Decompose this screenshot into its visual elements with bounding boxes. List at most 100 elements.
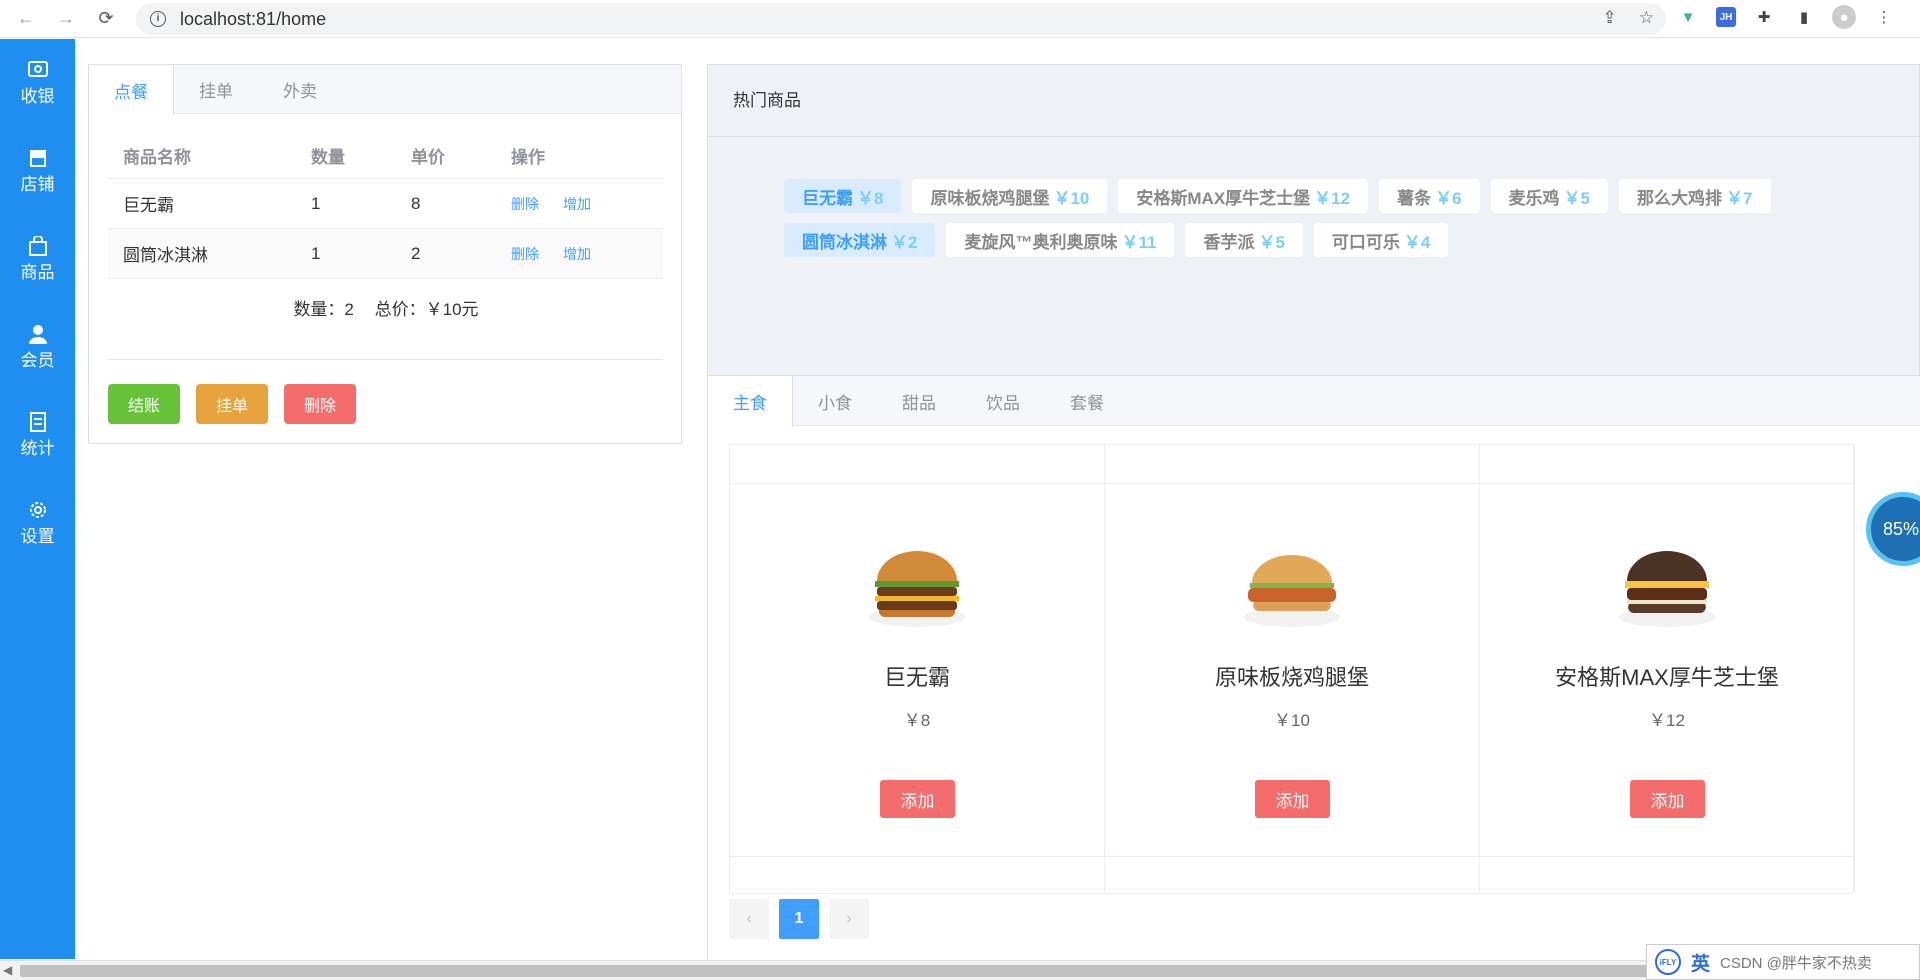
col-qty: 数量: [311, 148, 345, 167]
forward-icon[interactable]: →: [52, 5, 80, 33]
sidebar-item-label: 设置: [20, 526, 55, 546]
sidebar-item-shop[interactable]: 店铺: [0, 127, 75, 215]
increase-row-button[interactable]: 增加: [563, 244, 591, 264]
site-info-icon[interactable]: i: [150, 11, 166, 27]
tab-order[interactable]: 点餐: [89, 65, 174, 115]
table-header: 商品名称 数量 单价 操作: [108, 133, 663, 179]
hot-item-price: ￥11: [1121, 232, 1157, 252]
shop-icon: [27, 148, 49, 168]
delete-row-button[interactable]: 删除: [511, 244, 539, 264]
cashier-icon: [27, 60, 49, 80]
hold-order-button[interactable]: 挂单: [196, 384, 269, 424]
goods-grid: 巨无霸 ￥8 添加 原味板烧鸡腿堡 ￥10 添加 安格斯MAX厚牛芝士堡 ￥12…: [729, 444, 1855, 894]
goods-name: 巨无霸: [883, 665, 950, 690]
hot-goods-item[interactable]: 巨无霸 ￥8: [784, 179, 902, 213]
hot-goods-item[interactable]: 麦旋风™奥利奥原味 ￥11: [946, 223, 1175, 257]
sidebar: 收银 店铺 商品 会员 统计 设置: [0, 39, 75, 959]
share-icon[interactable]: ⇪: [1603, 8, 1617, 28]
sidebar-item-member[interactable]: 会员: [0, 303, 75, 391]
vue-devtools-icon[interactable]: ▼: [1676, 5, 1700, 29]
tab-hold[interactable]: 挂单: [174, 65, 258, 114]
hot-goods-item[interactable]: 香芋派 ￥5: [1185, 223, 1303, 257]
reload-icon[interactable]: ⟳: [92, 5, 120, 33]
hot-item-price: ￥2: [891, 232, 918, 252]
sidebar-item-label: 收银: [20, 86, 55, 106]
star-icon[interactable]: ☆: [1639, 8, 1654, 28]
hot-item-name: 香芋派: [1203, 232, 1255, 252]
hot-goods-item[interactable]: 原味板烧鸡腿堡 ￥10: [912, 179, 1108, 213]
category-tabs: 主食 小食 甜品 饮品 套餐: [708, 376, 1920, 427]
scrollbar-thumb[interactable]: [20, 965, 1660, 977]
prev-page-button[interactable]: ‹: [729, 899, 769, 939]
cell-qty: 1: [311, 193, 321, 213]
cell-price: 8: [411, 193, 421, 213]
hot-goods-item[interactable]: 那么大鸡排 ￥7: [1619, 179, 1771, 213]
sidebar-item-label: 会员: [20, 350, 55, 370]
hot-item-name: 麦旋风™奥利奥原味: [964, 232, 1118, 252]
hot-item-price: ￥7: [1726, 188, 1753, 208]
extensions-icon[interactable]: ✚: [1752, 5, 1776, 29]
hot-goods-item[interactable]: 麦乐鸡 ￥5: [1490, 179, 1609, 213]
hot-item-price: ￥4: [1403, 232, 1431, 252]
hot-goods-item[interactable]: 可口可乐 ￥4: [1313, 223, 1449, 257]
document-icon: [27, 411, 49, 432]
hot-item-name: 那么大鸡排: [1637, 188, 1723, 208]
add-goods-button[interactable]: 添加: [880, 780, 955, 818]
burger-image: [869, 551, 965, 627]
sidebar-item-cashier[interactable]: 收银: [0, 39, 75, 127]
col-action: 操作: [511, 148, 545, 167]
page-number-button[interactable]: 1: [779, 899, 819, 939]
hot-goods-item[interactable]: 圆筒冰淇淋 ￥2: [784, 223, 936, 257]
hot-goods-list: 巨无霸 ￥8 原味板烧鸡腿堡 ￥10 安格斯MAX厚牛芝士堡 ￥12 薯条 ￥6 麦乐鸡…: [784, 179, 1844, 257]
menu-icon[interactable]: ⋮: [1872, 5, 1896, 29]
sidebar-item-goods[interactable]: 商品: [0, 215, 75, 303]
sidebar-item-settings[interactable]: 设置: [0, 479, 75, 567]
tab-main-food[interactable]: 主食: [708, 376, 793, 427]
hot-goods-item[interactable]: 安格斯MAX厚牛芝士堡 ￥12: [1118, 179, 1369, 213]
profile-avatar[interactable]: ●: [1832, 5, 1856, 29]
hot-goods-item[interactable]: 薯条 ￥6: [1379, 179, 1480, 213]
goods-column: 安格斯MAX厚牛芝士堡 ￥12 添加: [1480, 445, 1855, 893]
tab-drinks[interactable]: 饮品: [961, 376, 1045, 426]
sidepanel-icon[interactable]: ▮: [1792, 5, 1816, 29]
table-row: 巨无霸 1 8 删除 增加: [108, 179, 663, 229]
hot-item-name: 麦乐鸡: [1508, 188, 1560, 208]
hot-item-price: ￥6: [1435, 188, 1462, 208]
cell-name: 圆筒冰淇淋: [123, 246, 208, 265]
goods-card: 安格斯MAX厚牛芝士堡 ￥12 添加: [1480, 484, 1854, 856]
ime-toolbar[interactable]: iFLY 英 CSDN @胖牛家不热卖: [1646, 944, 1920, 980]
scroll-left-icon[interactable]: ◀: [3, 963, 12, 977]
horizontal-scrollbar[interactable]: ◀: [0, 960, 1920, 980]
sidebar-item-label: 商品: [20, 262, 55, 282]
goods-panel: 主食 小食 甜品 饮品 套餐 巨无霸 ￥8 添加 原味板烧鸡腿堡 ￥10 添加 …: [707, 376, 1920, 960]
back-icon[interactable]: ←: [12, 5, 40, 33]
delete-row-button[interactable]: 删除: [511, 194, 539, 214]
speed-widget[interactable]: 85%: [1866, 492, 1920, 566]
sidebar-item-stats[interactable]: 统计: [0, 391, 75, 479]
burger-image: [1619, 551, 1715, 627]
tab-takeout[interactable]: 外卖: [258, 65, 342, 114]
tab-snacks[interactable]: 小食: [793, 376, 877, 426]
watermark: CSDN @胖牛家不热卖: [1720, 954, 1872, 972]
add-goods-button[interactable]: 添加: [1255, 780, 1330, 818]
cell-name: 巨无霸: [123, 196, 174, 215]
jh-extension-icon[interactable]: JH: [1716, 7, 1736, 27]
increase-row-button[interactable]: 增加: [563, 194, 591, 214]
summary-total: 总价：￥10元: [374, 300, 479, 319]
sidebar-item-label: 店铺: [20, 174, 55, 194]
tab-combos[interactable]: 套餐: [1045, 376, 1129, 426]
goods-card: 巨无霸 ￥8 添加: [730, 484, 1104, 856]
tab-desserts[interactable]: 甜品: [877, 376, 961, 426]
goods-name: 安格斯MAX厚牛芝士堡: [1555, 665, 1779, 690]
order-actions: 结账 挂单 删除: [108, 384, 357, 424]
ime-language[interactable]: 英: [1691, 949, 1710, 976]
checkout-button[interactable]: 结账: [108, 384, 181, 424]
next-page-button[interactable]: ›: [829, 899, 869, 939]
clear-order-button[interactable]: 删除: [284, 384, 357, 424]
hot-goods-title: 热门商品: [708, 65, 1919, 137]
address-bar[interactable]: i localhost:81/home ⇪ ☆: [136, 3, 1666, 35]
add-goods-button[interactable]: 添加: [1630, 780, 1705, 818]
url-text[interactable]: localhost:81/home: [180, 9, 326, 30]
goods-price: ￥12: [1649, 711, 1685, 730]
order-summary: 数量：2 总价：￥10元: [89, 295, 683, 320]
